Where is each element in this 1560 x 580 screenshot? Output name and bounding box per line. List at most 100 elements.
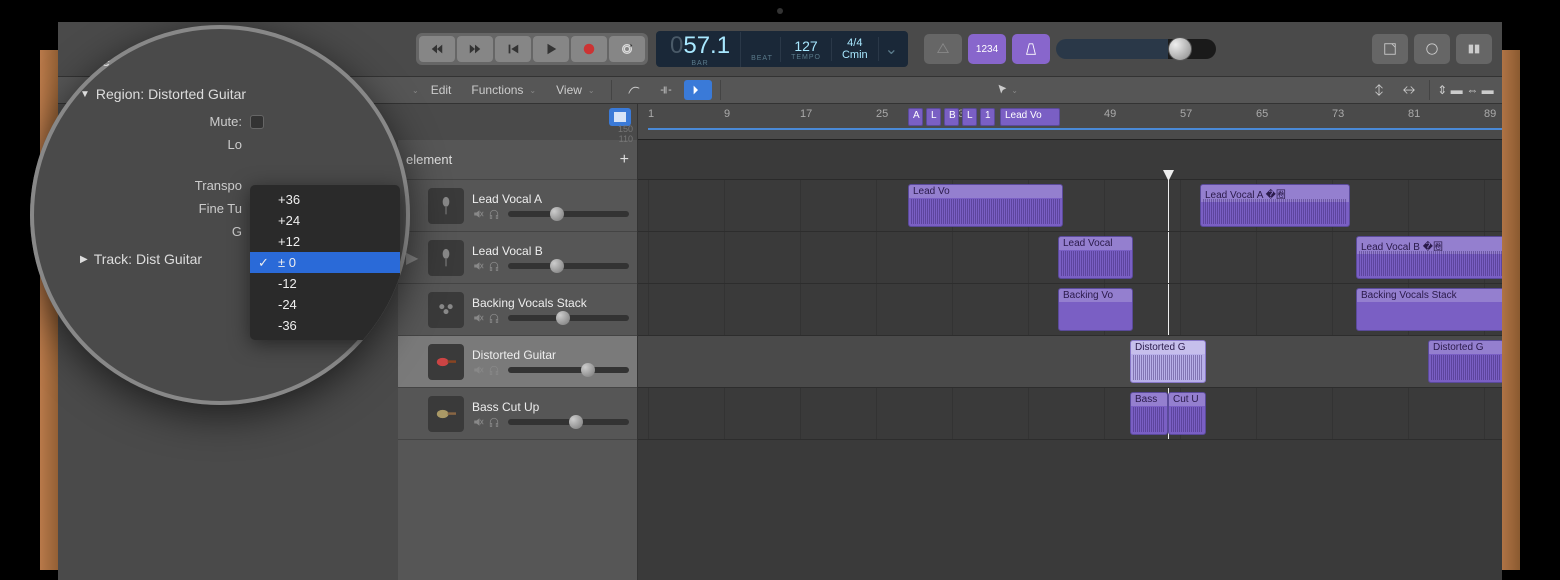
disclosure-triangle-icon[interactable]: ▼ [80, 89, 90, 100]
arrangement-marker[interactable]: B [944, 108, 959, 126]
stepper-arrows-icon[interactable]: ▲▼ [405, 255, 410, 271]
record-button[interactable] [571, 36, 607, 62]
audio-region[interactable]: Cut U [1168, 392, 1206, 435]
pointer-tool-icon[interactable]: ⌄ [993, 80, 1021, 100]
headphones-icon[interactable] [488, 260, 500, 272]
mute-icon[interactable] [472, 260, 484, 272]
tempo-line [648, 128, 1502, 130]
arrangement-marker[interactable]: A [908, 108, 923, 126]
master-volume-slider[interactable] [1056, 39, 1216, 59]
view-menu[interactable]: View⌄ [548, 80, 603, 100]
lcd-display[interactable]: 057.1 BAR BEAT 127 TEMPO 4/4 Cmin ⌄ [656, 31, 908, 67]
master-volume-knob[interactable] [1168, 37, 1192, 61]
track-lane[interactable]: Lead Vocal Lead Vocal B �圈 [638, 232, 1502, 284]
arrangement-row[interactable]: element + [398, 140, 637, 180]
functions-menu[interactable]: Functions⌄ [463, 80, 544, 100]
dropdown-option[interactable]: +36 [250, 189, 400, 210]
track-row[interactable]: Backing Vocals Stack [398, 284, 637, 336]
dropdown-option[interactable]: +24 [250, 210, 400, 231]
arrangement-marker[interactable]: 1 [980, 108, 995, 126]
fader-knob[interactable] [550, 207, 564, 221]
menubar-end-tools: ⇕ ▬ ⇔ ▬ [1365, 80, 1494, 100]
fader-knob[interactable] [550, 259, 564, 273]
timeline[interactable]: 1917253341495765738189 ALBL1Lead Vo Lead… [638, 104, 1502, 580]
track-fader[interactable] [508, 263, 629, 269]
track-row[interactable]: Distorted Guitar [398, 336, 637, 388]
region-label: Lead Vocal [1059, 237, 1132, 250]
ruler[interactable]: 1917253341495765738189 [638, 104, 1502, 140]
region-section-header[interactable]: ▼ Region: Distorted Guitar [50, 78, 390, 110]
rewind-button[interactable] [419, 36, 455, 62]
track-lane[interactable]: Backing Vo Backing Vocals Stack [638, 284, 1502, 336]
browser-button[interactable] [1456, 34, 1492, 64]
audio-region[interactable]: Backing Vocals Stack [1356, 288, 1502, 331]
audio-region[interactable]: Distorted G [1428, 340, 1502, 383]
audio-region[interactable]: Backing Vo [1058, 288, 1133, 331]
track-fader[interactable] [508, 419, 629, 425]
audio-region[interactable]: Bass [1130, 392, 1168, 435]
tracks-area[interactable]: Lead VoLead Vocal A �圈Lead VocalLead Voc… [638, 180, 1502, 440]
chevron-down-icon[interactable]: ⌄ [412, 86, 419, 95]
waveform-icon [1431, 355, 1501, 380]
mute-icon[interactable] [472, 312, 484, 324]
catch-playhead-icon[interactable] [684, 80, 712, 100]
vertical-slider-icon[interactable]: ⇕ ▬ [1436, 80, 1464, 100]
tuner-button[interactable] [924, 34, 962, 64]
headphones-icon[interactable] [488, 364, 500, 376]
ruler-number: 49 [1104, 108, 1116, 120]
region-label: Distorted G [1131, 341, 1205, 354]
disclosure-triangle-icon[interactable]: ▶ [80, 254, 88, 265]
play-button[interactable] [533, 36, 569, 62]
notepad-button[interactable] [1372, 34, 1408, 64]
headphones-icon[interactable] [488, 416, 500, 428]
audio-region[interactable]: Lead Vo [908, 184, 1063, 227]
fader-knob[interactable] [581, 363, 595, 377]
audio-region[interactable]: Lead Vocal [1058, 236, 1133, 279]
automation-curve-icon[interactable] [620, 80, 648, 100]
track-fader[interactable] [508, 211, 629, 217]
transpose-dropdown[interactable]: ▲▼ +36+24+12✓± 0-12-24-36 [250, 185, 400, 340]
track-lane[interactable]: Lead Vo Lead Vocal A �圈 [638, 180, 1502, 232]
dropdown-option[interactable]: -24 [250, 294, 400, 315]
arrangement-marker[interactable]: Lead Vo [1000, 108, 1060, 126]
mute-checkbox[interactable] [250, 115, 264, 129]
fader-knob[interactable] [556, 311, 570, 325]
mute-icon[interactable] [472, 416, 484, 428]
flex-icon[interactable] [652, 80, 680, 100]
arrangement-strip[interactable]: ALBL1Lead Vo [638, 140, 1502, 180]
track-row[interactable]: Bass Cut Up [398, 388, 637, 440]
dropdown-option[interactable]: ✓± 0 [250, 252, 400, 273]
track-row[interactable]: ▶Lead Vocal B [398, 232, 637, 284]
track-fader[interactable] [508, 367, 629, 373]
track-lane[interactable]: BassCut U [638, 388, 1502, 440]
audio-region[interactable]: Distorted G [1130, 340, 1206, 383]
edit-menu[interactable]: Edit [423, 80, 460, 100]
mute-icon[interactable] [472, 208, 484, 220]
fader-knob[interactable] [569, 415, 583, 429]
horizontal-slider-icon[interactable]: ⇔ ▬ [1466, 80, 1494, 100]
audio-region[interactable]: Lead Vocal A �圈 [1200, 184, 1350, 227]
headphones-icon[interactable] [488, 312, 500, 324]
add-arrangement-icon[interactable]: + [620, 151, 629, 169]
vertical-zoom-icon[interactable] [1365, 80, 1393, 100]
cycle-button[interactable] [609, 36, 645, 62]
track-row[interactable]: Lead Vocal A [398, 180, 637, 232]
horizontal-zoom-icon[interactable] [1395, 80, 1423, 100]
dropdown-option[interactable]: +12 [250, 231, 400, 252]
audio-region[interactable]: Lead Vocal B �圈 [1356, 236, 1502, 279]
arrangement-marker[interactable]: L [926, 108, 941, 126]
lcd-chevron-icon[interactable]: ⌄ [879, 39, 904, 59]
mute-icon[interactable] [472, 364, 484, 376]
metronome-button[interactable] [1012, 34, 1050, 64]
loop-browser-button[interactable] [1414, 34, 1450, 64]
track-lane[interactable]: Distorted G Distorted G [638, 336, 1502, 388]
dropdown-option[interactable]: -12 [250, 273, 400, 294]
count-in-button[interactable]: 1234 [968, 34, 1006, 64]
headphones-icon[interactable] [488, 208, 500, 220]
arrangement-marker[interactable]: L [962, 108, 977, 126]
track-fader[interactable] [508, 315, 629, 321]
go-to-start-button[interactable] [495, 36, 531, 62]
track-icon [428, 344, 464, 380]
dropdown-option[interactable]: -36 [250, 315, 400, 336]
forward-button[interactable] [457, 36, 493, 62]
